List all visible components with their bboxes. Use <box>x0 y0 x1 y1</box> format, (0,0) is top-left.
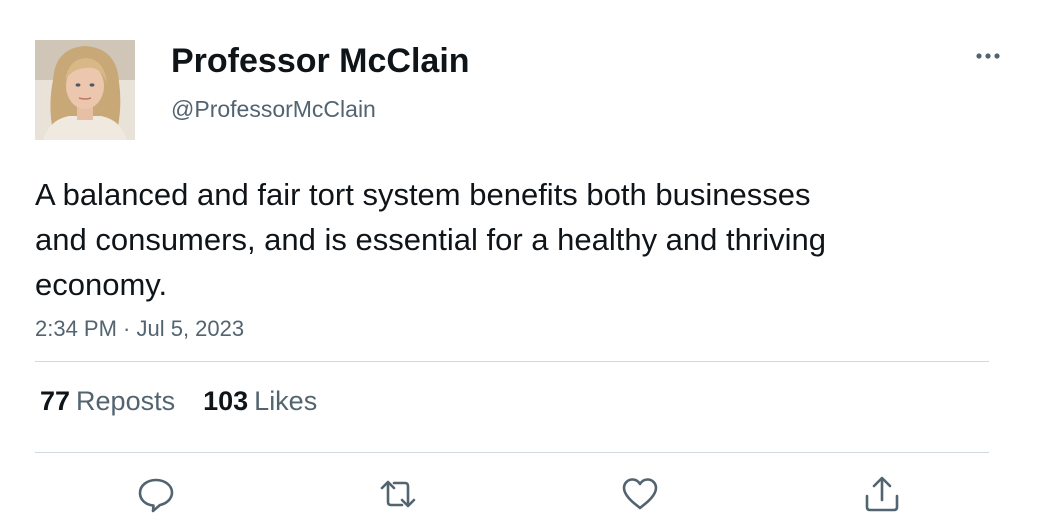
reposts-label: Reposts <box>76 386 176 416</box>
repost-icon <box>380 480 416 508</box>
profile-photo-icon <box>35 40 135 140</box>
heart-icon <box>622 478 658 510</box>
likes-stat[interactable]: 103 Likes <box>203 386 317 417</box>
tweet-timestamp[interactable]: 2:34 PM · Jul 5, 2023 <box>35 316 244 342</box>
user-handle[interactable]: @ProfessorMcClain <box>171 96 376 123</box>
engagement-stats: 77 Reposts 103 Likes <box>40 386 345 417</box>
likes-count: 103 <box>203 386 249 416</box>
likes-label: Likes <box>254 386 318 416</box>
reposts-stat[interactable]: 77 Reposts <box>40 386 175 417</box>
share-button[interactable] <box>862 474 902 514</box>
more-options-button[interactable] <box>968 42 1008 70</box>
tweet-text: A balanced and fair tort system benefits… <box>35 177 826 302</box>
like-button[interactable] <box>620 474 660 514</box>
divider <box>35 361 989 362</box>
more-horizontal-icon <box>976 53 1000 59</box>
reply-icon <box>138 478 174 513</box>
avatar[interactable] <box>35 40 135 140</box>
divider <box>35 452 989 453</box>
tweet-card: Professor McClain @ProfessorMcClain A ba… <box>0 0 1050 525</box>
repost-button[interactable] <box>378 474 418 514</box>
reposts-count: 77 <box>40 386 71 416</box>
share-icon <box>865 476 899 512</box>
display-name[interactable]: Professor McClain <box>171 42 470 81</box>
reply-button[interactable] <box>136 474 176 514</box>
